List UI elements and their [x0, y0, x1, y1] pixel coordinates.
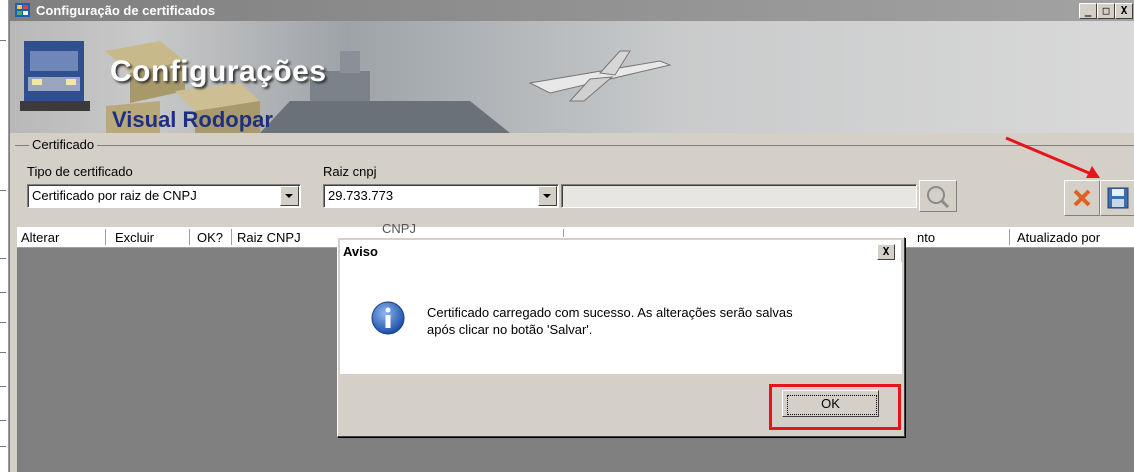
dialog-message-line2: após clicar no botão 'Salvar'.: [427, 322, 593, 337]
certificate-config-window: Configuração de certificados _ □ X Confi…: [9, 0, 1134, 472]
background-app-edge: [0, 0, 9, 472]
truck-illustration: [20, 41, 90, 111]
column-header-alterar[interactable]: Alterar: [21, 230, 59, 245]
root-cnpj-label: Raiz cnpj: [323, 164, 377, 179]
certificate-type-select[interactable]: Certificado por raiz de CNPJ: [27, 184, 301, 208]
dialog-message: Certificado carregado com sucesso. As al…: [427, 304, 867, 338]
root-cnpj-value: 29.733.773: [328, 188, 394, 203]
ok-annotation-highlight: [769, 384, 901, 430]
minimize-button[interactable]: _: [1079, 3, 1097, 19]
close-window-button[interactable]: X: [1115, 3, 1133, 19]
column-header-ok[interactable]: OK?: [197, 230, 223, 245]
column-header-vencimento[interactable]: nto: [917, 230, 935, 245]
airplane-illustration: [528, 50, 672, 102]
window-title: Configuração de certificados: [36, 3, 216, 18]
banner-title: Configurações: [110, 55, 327, 88]
search-certificate-button[interactable]: [919, 180, 957, 212]
dialog-close-button[interactable]: X: [877, 244, 895, 260]
magnifier-icon: [927, 186, 950, 209]
header-banner: Configurações Visual Rodopar: [10, 21, 1134, 133]
chevron-down-icon[interactable]: [280, 186, 299, 206]
dialog-body: Certificado carregado com sucesso. As al…: [340, 262, 902, 374]
certificate-groupbox: Certificado Tipo de certificado Certific…: [15, 137, 1134, 226]
dialog-title: Aviso: [343, 244, 378, 259]
annotation-arrow: [1005, 136, 1100, 178]
window-title-bar[interactable]: Configuração de certificados _ □ X: [10, 0, 1134, 21]
root-cnpj-select[interactable]: 29.733.773: [323, 184, 559, 208]
app-icon: [15, 3, 30, 17]
column-header-raiz-cnpj[interactable]: Raiz CNPJ: [237, 230, 301, 245]
column-header-cnpj[interactable]: CNPJ: [382, 221, 416, 236]
column-header-excluir[interactable]: Excluir: [115, 230, 154, 245]
certificate-file-input[interactable]: [561, 184, 917, 208]
chevron-down-icon[interactable]: [538, 186, 557, 206]
info-icon: [371, 301, 405, 335]
certificate-type-value: Certificado por raiz de CNPJ: [32, 188, 197, 203]
banner-subtitle: Visual Rodopar: [112, 107, 273, 132]
maximize-button[interactable]: □: [1097, 3, 1115, 19]
column-header-atualizado-por[interactable]: Atualizado por: [1017, 230, 1100, 245]
certificate-group-legend: Certificado: [29, 137, 98, 152]
certificate-type-label: Tipo de certificado: [27, 164, 133, 179]
dialog-title-bar[interactable]: Aviso X: [340, 240, 901, 262]
dialog-message-line1: Certificado carregado com sucesso. As al…: [427, 305, 793, 320]
